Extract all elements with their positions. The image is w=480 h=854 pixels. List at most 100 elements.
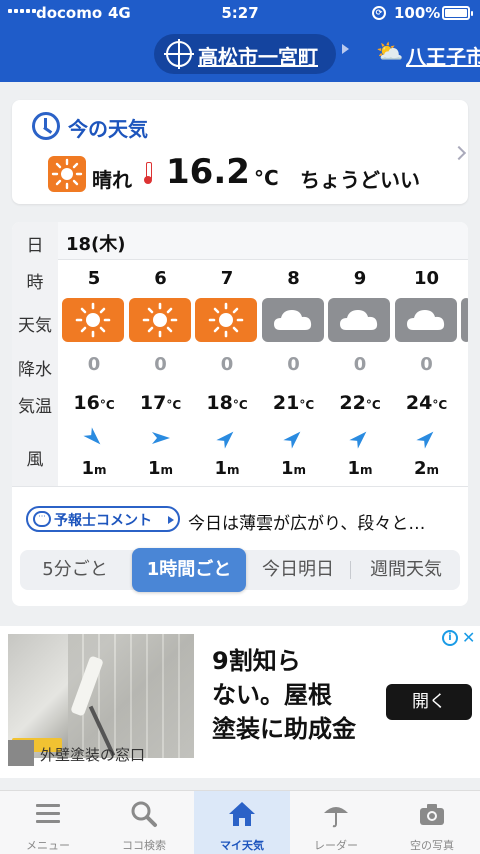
nav-label: マイ天気 — [220, 839, 264, 852]
forecast-date: 18(木) — [66, 234, 126, 255]
ad-headline-line: 塗装に助成金 — [212, 715, 356, 743]
temperature-unit: °C — [254, 166, 279, 190]
wind-direction-icon — [349, 431, 367, 449]
precip-value: 0 — [87, 354, 101, 375]
tab-5min[interactable]: 5分ごと — [20, 550, 130, 590]
wind-direction-icon — [282, 431, 300, 449]
ad-headline[interactable]: 9割知ら ない。屋根 塗装に助成金 — [212, 644, 382, 746]
nav-radar[interactable]: レーダー — [288, 791, 384, 854]
date-row: 18(木) — [58, 222, 468, 260]
forecast-range-tabs: 5分ごと 1時間ごと 今日明日 週間天気 — [20, 548, 460, 592]
row-label-precip: 降水 — [18, 360, 52, 380]
forecaster-comment-button[interactable]: ··· 予報士コメント — [26, 506, 180, 532]
cloud-icon — [461, 298, 468, 342]
sun-icon — [128, 298, 191, 342]
nav-label: ココ検索 — [122, 839, 166, 852]
precip-value: 0 — [420, 354, 433, 375]
nav-sky-photos[interactable]: 空の写真 — [384, 791, 480, 854]
current-location-name: 高松市一宮町 — [198, 45, 318, 69]
cloud-icon — [394, 298, 457, 342]
home-icon — [229, 802, 255, 826]
ad-open-button[interactable]: 開く — [386, 684, 472, 720]
wind-direction-icon — [216, 431, 234, 449]
hour-column-partial — [461, 260, 468, 486]
ad-close-icon[interactable]: ✕ — [462, 628, 475, 647]
sun-icon — [62, 298, 124, 342]
ad-advertiser-name: 外壁塗装の窓口 — [40, 746, 146, 764]
precip-value: 0 — [220, 354, 234, 375]
tab-today-tomorrow[interactable]: 今日明日 — [248, 550, 348, 590]
hour-column: 10 0 24°C 2m — [394, 260, 459, 486]
nav-menu[interactable]: メニュー — [0, 791, 96, 854]
current-temperature: 16.2 — [166, 152, 250, 192]
hourly-grid[interactable]: 5 0 16°C 1m 6 0 17°C 1m 7 0 18°C 1m 8 0 21°C 1m 9 0 22°C 1m… — [58, 260, 468, 486]
cloud-icon — [261, 298, 324, 342]
speech-bubble-icon: ··· — [33, 511, 51, 527]
app-header: docomo 4G 5:27 ⟳ 100% 高松市一宮町 ⛅ 八王子市 — [0, 0, 480, 82]
sun-icon — [48, 156, 86, 192]
battery-icon — [442, 6, 473, 20]
temp-value: 22°C — [339, 392, 381, 414]
row-label-column: 日 時 天気 降水 気温 風 — [12, 222, 58, 486]
ad-image[interactable] — [8, 634, 194, 758]
precip-value: 0 — [154, 354, 167, 375]
tab-divider — [350, 561, 351, 579]
row-label-wind: 風 — [26, 450, 44, 470]
sun-cloud-icon: ⛅ — [376, 40, 404, 65]
play-arrow-icon — [168, 516, 174, 524]
battery-percent: 100% — [394, 4, 441, 22]
forecaster-comment-text[interactable]: 今日は薄雲が広がり、段々と… — [188, 509, 462, 534]
advertisement[interactable]: i ✕ 9割知ら ない。屋根 塗装に助成金 開く 外壁塗装の窓口 — [0, 626, 480, 778]
wind-direction-icon — [415, 431, 433, 449]
orientation-lock-icon: ⟳ — [372, 6, 386, 20]
search-icon — [131, 801, 157, 827]
feeling-text: ちょうどいい — [300, 168, 420, 192]
cloud-icon — [328, 298, 390, 342]
ad-info-icon[interactable]: i — [442, 630, 458, 646]
chevron-right-icon — [451, 145, 467, 161]
hour-column: 9 0 22°C 1m — [328, 260, 392, 486]
hour-label: 6 — [154, 268, 167, 289]
nav-label: メニュー — [26, 839, 70, 852]
location-target-icon — [164, 39, 194, 69]
precip-value: 0 — [353, 354, 367, 375]
camera-icon — [420, 804, 444, 825]
next-location-arrow-icon — [342, 44, 349, 54]
divider — [12, 486, 468, 487]
row-label-temp: 気温 — [18, 397, 52, 417]
hour-label: 9 — [353, 268, 367, 289]
temp-value: 21°C — [272, 392, 315, 414]
ad-advertiser-logo — [8, 740, 34, 766]
current-condition: 晴れ — [92, 168, 132, 192]
hour-column: 6 0 17°C 1m — [128, 260, 193, 486]
temp-value: 16°C — [73, 392, 115, 414]
wind-speed-value: 1m — [214, 458, 240, 479]
current-location-pill[interactable]: 高松市一宮町 — [154, 34, 336, 74]
wind-direction-icon — [151, 432, 170, 444]
hourly-forecast-card: 日 時 天気 降水 気温 風 18(木) 5 0 16°C 1m 6 0 17°C 1m 7 0 1… — [12, 222, 468, 606]
tab-weekly[interactable]: 週間天気 — [352, 550, 460, 590]
bottom-navigation: メニュー ココ検索 マイ天気 レーダー 空の写真 — [0, 790, 480, 854]
ad-headline-line: 9割知ら — [212, 647, 301, 675]
status-bar: docomo 4G 5:27 ⟳ 100% — [0, 0, 480, 28]
radar-icon — [324, 807, 348, 828]
current-weather-card[interactable]: 今の天気 晴れ 16.2 °C ちょうどいい — [12, 100, 468, 204]
nav-my-weather[interactable]: マイ天気 — [194, 791, 290, 854]
tab-hourly[interactable]: 1時間ごと — [132, 548, 246, 592]
wind-speed-value: 1m — [280, 458, 307, 479]
row-label-time: 時 — [26, 273, 44, 293]
nav-search[interactable]: ココ検索 — [96, 791, 192, 854]
hour-label: 8 — [287, 268, 300, 289]
temp-value: 24°C — [405, 392, 448, 414]
nav-label: レーダー — [314, 839, 358, 852]
menu-icon — [36, 804, 60, 823]
row-label-weather: 天気 — [18, 316, 52, 336]
hour-label: 10 — [413, 268, 440, 289]
hour-column: 5 0 16°C 1m — [62, 260, 126, 486]
wind-speed-value: 1m — [147, 458, 174, 479]
current-weather-title: 今の天気 — [68, 117, 148, 141]
next-location-link[interactable]: 八王子市 — [406, 41, 480, 70]
temp-value: 17°C — [139, 392, 182, 414]
wind-speed-value: 1m — [81, 458, 107, 479]
hour-label: 5 — [87, 268, 101, 289]
